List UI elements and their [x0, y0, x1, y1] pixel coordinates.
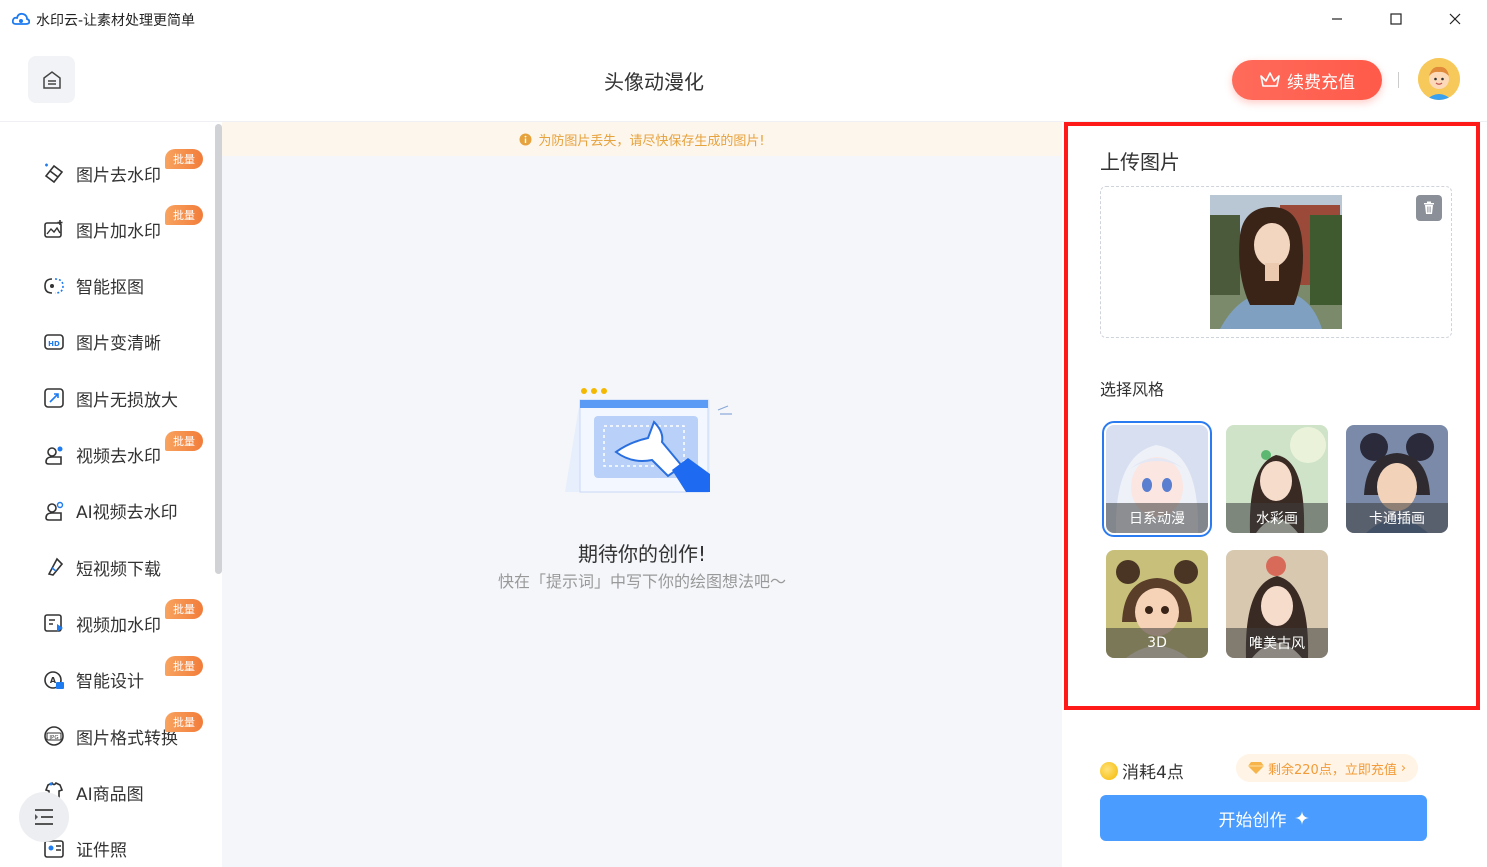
style-card-watercolor[interactable]: 水彩画 [1226, 425, 1328, 533]
sidebar-item-label: 智能抠图 [76, 278, 144, 299]
sidebar-scrollbar[interactable] [215, 124, 222, 574]
style-card-japanese-anime[interactable]: 日系动漫 [1102, 421, 1212, 537]
style-card-ancient[interactable]: 唯美古风 [1226, 550, 1328, 658]
sparkle-icon [1294, 811, 1309, 825]
coin-icon [1100, 761, 1118, 780]
action-panel: 消耗4点 剩余220点，立即充值 › 开始创作 [1068, 728, 1461, 867]
download-icon [42, 555, 66, 579]
hd-icon: HD [42, 330, 66, 354]
diamond-icon [1248, 762, 1264, 774]
uploaded-photo [1210, 195, 1342, 329]
sidebar-item-label: 图片格式转换 [76, 728, 178, 749]
sidebar-item-label: AI商品图 [76, 784, 144, 805]
menu-collapse-icon [35, 809, 53, 825]
sidebar-item[interactable]: AI视频去水印 [42, 496, 207, 526]
page-title: 头像动漫化 [604, 70, 704, 94]
cost-text: 消耗4点 [1122, 763, 1184, 783]
sidebar: 图片去水印 批量 图片加水印 批量 智能抠图 HD 图片变清晰 图片无损放大 视频去水印 批量 AI… [0, 122, 222, 867]
style-label: 水彩画 [1226, 503, 1328, 533]
portrait-photo-icon [1210, 195, 1342, 329]
sidebar-item[interactable]: 证件照 [42, 834, 207, 864]
close-icon [1449, 13, 1461, 25]
batch-badge: 批量 [165, 205, 203, 226]
recharge-link[interactable]: 剩余220点，立即充值 › [1236, 754, 1419, 782]
batch-badge: 批量 [165, 712, 203, 732]
sidebar-item-label: AI视频去水印 [76, 503, 178, 524]
empty-title: 期待你的创作! [577, 542, 707, 566]
sidebar-item[interactable]: HD 图片变清晰 [42, 327, 207, 357]
app-header: 头像动漫化 续费充值 [0, 38, 1487, 122]
empty-state-illustration [565, 388, 732, 493]
upload-heading: 上传图片 [1100, 150, 1180, 174]
sidebar-item-label: 图片加水印 [76, 221, 161, 242]
style-label: 唯美古风 [1226, 628, 1328, 658]
upload-dropzone[interactable] [1100, 186, 1452, 338]
start-create-button[interactable]: 开始创作 [1100, 795, 1427, 841]
video-eraser-icon [42, 443, 66, 467]
cost-display: 消耗4点 [1100, 758, 1184, 783]
sidebar-item[interactable]: 智能抠图 [42, 271, 207, 301]
save-notice: 为防图片丢失，请尽快保存生成的图片! [222, 122, 1062, 156]
batch-badge: 批量 [165, 655, 203, 676]
sidebar-item-label: 图片无损放大 [76, 390, 178, 411]
sidebar-item-label: 短视频下载 [76, 559, 161, 580]
batch-badge: 批量 [165, 149, 203, 169]
start-label: 开始创作 [1218, 810, 1287, 831]
renew-label: 续费充值 [1287, 72, 1355, 93]
batch-badge: 批量 [165, 599, 203, 620]
svg-text:A: A [50, 676, 57, 685]
sidebar-item-label: 视频去水印 [76, 447, 161, 467]
delete-image-button[interactable] [1416, 195, 1442, 221]
window-title: 水印云-让素材处理更简单 [36, 13, 196, 29]
style-label: 日系动漫 [1106, 503, 1208, 533]
info-icon [519, 133, 532, 145]
sidebar-item-label: 视频加水印 [76, 615, 161, 636]
sidebar-item-label: 图片变清晰 [76, 334, 161, 355]
maximize-button[interactable] [1367, 0, 1425, 38]
close-button[interactable] [1426, 0, 1484, 38]
sidebar-item-label: 证件照 [76, 841, 127, 862]
style-label: 卡通插画 [1346, 503, 1448, 533]
style-card-3d[interactable]: 3D [1106, 550, 1208, 658]
svg-text:HD: HD [48, 340, 60, 348]
video-add-icon [42, 611, 66, 635]
sidebar-item[interactable]: AI商品图 [42, 777, 207, 807]
maximize-icon [1390, 13, 1402, 25]
enlarge-icon [42, 386, 66, 410]
style-card-cartoon[interactable]: 卡通插画 [1346, 425, 1448, 533]
batch-badge: 批量 [165, 430, 203, 451]
chevron-right-icon: › [1400, 760, 1407, 776]
design-icon: A [42, 668, 66, 692]
trash-icon [1424, 201, 1434, 214]
sidebar-item-label: 图片去水印 [76, 165, 161, 186]
avatar-face-icon [1418, 58, 1460, 100]
minimize-icon [1332, 18, 1342, 20]
sidebar-item[interactable]: 图片无损放大 [42, 383, 207, 413]
collapse-sidebar-button[interactable] [19, 792, 69, 842]
header-divider [1398, 72, 1399, 88]
renew-button[interactable]: 续费充值 [1232, 60, 1382, 100]
empty-subtitle: 快在「提示词」中写下你的绘图想法吧～ [497, 572, 786, 591]
notice-text: 为防图片丢失，请尽快保存生成的图片! [538, 133, 765, 149]
remain-text: 剩余220点，立即充值 [1268, 762, 1397, 778]
cloud-logo-icon [12, 12, 30, 25]
sidebar-item-label: 智能设计 [76, 672, 144, 693]
style-label: 3D [1106, 628, 1208, 658]
minimize-button[interactable] [1308, 0, 1366, 38]
main-canvas: 为防图片丢失，请尽快保存生成的图片! 期待你的创作! 快在「提示词」中写下你的绘… [222, 122, 1062, 867]
eraser-icon [42, 161, 66, 185]
cutout-icon [42, 274, 66, 298]
ai-video-icon [42, 499, 66, 523]
window-titlebar: 水印云-让素材处理更简单 [0, 0, 1487, 38]
style-heading: 选择风格 [1100, 380, 1165, 399]
sidebar-item[interactable]: 短视频下载 [42, 552, 207, 582]
settings-panel: 上传图片 选择风格 日系动漫 水彩画 卡通插画 3D 唯美古风 [1064, 122, 1480, 710]
image-add-icon [42, 217, 66, 241]
crown-icon [1260, 72, 1280, 87]
user-avatar[interactable] [1418, 58, 1460, 100]
svg-text:JPG: JPG [48, 735, 58, 741]
jpg-icon: JPG [42, 724, 66, 748]
